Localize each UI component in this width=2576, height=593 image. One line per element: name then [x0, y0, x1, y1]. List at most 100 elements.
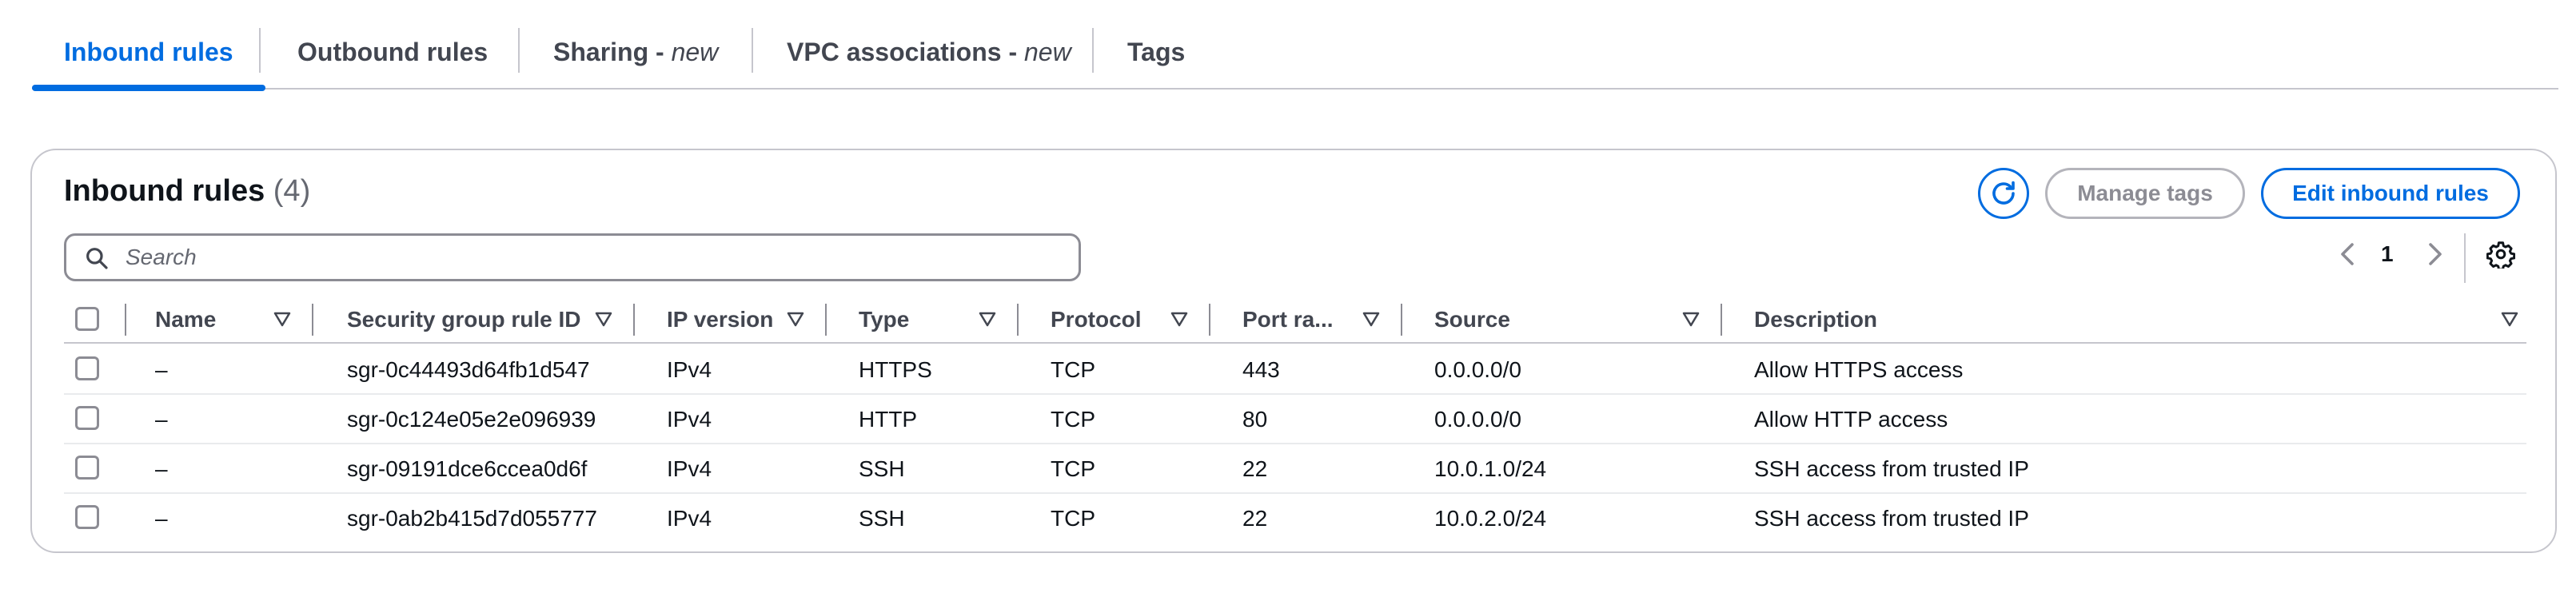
column-divider: [1401, 304, 1402, 336]
column-header-description[interactable]: Description: [1754, 294, 1877, 342]
row-checkbox[interactable]: [75, 505, 99, 529]
row-checkbox[interactable]: [75, 356, 99, 380]
cell-ip-version: IPv4: [667, 456, 712, 481]
cell-name: –: [155, 357, 168, 382]
tab-inbound-rules[interactable]: Inbound rules: [32, 0, 265, 91]
cell-protocol: TCP: [1051, 506, 1095, 531]
tab-tags[interactable]: Tags: [1127, 0, 1185, 90]
gear-icon[interactable]: [2486, 240, 2515, 269]
column-header-ip-version[interactable]: IP version: [667, 294, 773, 342]
tab-label: Tags: [1127, 38, 1186, 66]
column-divider: [125, 304, 126, 336]
search-input[interactable]: [124, 241, 1059, 274]
sort-caret-icon[interactable]: [979, 312, 996, 328]
chevron-right-icon[interactable]: [2424, 241, 2446, 267]
cell-protocol: TCP: [1051, 456, 1095, 481]
column-header-protocol[interactable]: Protocol: [1051, 294, 1142, 342]
row-checkbox[interactable]: [75, 456, 99, 480]
tab-divider: [518, 28, 520, 73]
table-row[interactable]: – sgr-0ab2b415d7d055777 IPv4 SSH TCP 22 …: [64, 494, 2526, 543]
cell-rule-id: sgr-0ab2b415d7d055777: [347, 506, 597, 531]
cell-source: 0.0.0.0/0: [1434, 357, 1521, 382]
page-number[interactable]: 1: [2381, 241, 2394, 267]
cell-name: –: [155, 456, 168, 481]
tab-divider: [259, 28, 261, 73]
column-divider: [825, 304, 827, 336]
manage-tags-button[interactable]: Manage tags: [2045, 168, 2245, 219]
row-checkbox[interactable]: [75, 406, 99, 430]
chevron-left-icon[interactable]: [2336, 241, 2359, 267]
cell-description: SSH access from trusted IP: [1754, 456, 2029, 481]
cell-type: HTTPS: [859, 357, 932, 382]
tab-sharing[interactable]: Sharing - new: [553, 0, 718, 90]
tab-label: VPC associations -: [787, 38, 1024, 66]
cell-rule-id: sgr-09191dce6ccea0d6f: [347, 456, 588, 481]
cell-description: SSH access from trusted IP: [1754, 506, 2029, 531]
column-header-name[interactable]: Name: [155, 294, 216, 342]
table-row[interactable]: – sgr-09191dce6ccea0d6f IPv4 SSH TCP 22 …: [64, 444, 2526, 494]
cell-ip-version: IPv4: [667, 506, 712, 531]
column-divider: [1209, 304, 1210, 336]
tab-divider: [752, 28, 753, 73]
tab-new-tag: new: [1023, 38, 1071, 66]
cell-description: Allow HTTPS access: [1754, 357, 1964, 382]
rule-count: (4): [273, 174, 311, 208]
edit-inbound-rules-button[interactable]: Edit inbound rules: [2261, 168, 2520, 219]
tab-label: Sharing -: [553, 38, 672, 66]
cell-port: 22: [1242, 506, 1268, 531]
cell-ip-version: IPv4: [667, 357, 712, 382]
tab-label: Inbound rules: [64, 38, 233, 66]
cell-name: –: [155, 506, 168, 531]
column-header-port-range[interactable]: Port ra...: [1242, 294, 1334, 342]
cell-port: 80: [1242, 407, 1268, 432]
cell-port: 22: [1242, 456, 1268, 481]
tab-vpc-associations[interactable]: VPC associations - new: [787, 0, 1071, 90]
cell-source: 0.0.0.0/0: [1434, 407, 1521, 432]
search-box: [64, 233, 1081, 281]
sort-caret-icon[interactable]: [1170, 312, 1188, 328]
cell-source: 10.0.1.0/24: [1434, 456, 1547, 481]
tab-new-tag: new: [671, 38, 719, 66]
cell-type: SSH: [859, 456, 905, 481]
table-row[interactable]: – sgr-0c44493d64fb1d547 IPv4 HTTPS TCP 4…: [64, 345, 2526, 395]
sort-caret-icon[interactable]: [595, 312, 612, 328]
cell-name: –: [155, 407, 168, 432]
refresh-icon: [1992, 181, 2015, 205]
refresh-button[interactable]: [1978, 168, 2029, 219]
cell-description: Allow HTTP access: [1754, 407, 1948, 432]
panel-title: Inbound rules (4): [64, 174, 310, 209]
column-divider: [1017, 304, 1019, 336]
inbound-rules-panel: Inbound rules (4) Manage tags Edit inbou…: [30, 149, 2557, 553]
pager-divider: [2464, 233, 2466, 283]
column-divider: [633, 304, 635, 336]
cell-port: 443: [1242, 357, 1280, 382]
cell-rule-id: sgr-0c124e05e2e096939: [347, 407, 596, 432]
table-row[interactable]: – sgr-0c124e05e2e096939 IPv4 HTTP TCP 80…: [64, 395, 2526, 444]
table-header: Name Security group rule ID IP version T…: [64, 294, 2526, 344]
cell-protocol: TCP: [1051, 357, 1095, 382]
sort-caret-icon[interactable]: [787, 312, 804, 328]
edit-inbound-rules-label: Edit inbound rules: [2292, 181, 2489, 205]
tab-divider: [1092, 28, 1094, 73]
tab-outbound-rules[interactable]: Outbound rules: [297, 0, 488, 90]
column-divider: [1721, 304, 1722, 336]
select-all-checkbox[interactable]: [75, 307, 99, 331]
sort-caret-icon[interactable]: [1682, 312, 1700, 328]
sort-caret-icon[interactable]: [2501, 312, 2518, 328]
cell-type: HTTP: [859, 407, 918, 432]
column-header-source[interactable]: Source: [1434, 294, 1510, 342]
cell-rule-id: sgr-0c44493d64fb1d547: [347, 357, 590, 382]
panel-title-text: Inbound rules: [64, 174, 265, 208]
cell-source: 10.0.2.0/24: [1434, 506, 1547, 531]
cell-type: SSH: [859, 506, 905, 531]
sort-caret-icon[interactable]: [273, 312, 291, 328]
cell-ip-version: IPv4: [667, 407, 712, 432]
cell-protocol: TCP: [1051, 407, 1095, 432]
sort-caret-icon[interactable]: [1362, 312, 1380, 328]
column-header-rule-id[interactable]: Security group rule ID: [347, 294, 581, 342]
manage-tags-label: Manage tags: [2077, 181, 2213, 205]
tab-bar: Inbound rules Outbound rules Sharing - n…: [32, 0, 2558, 91]
column-divider: [312, 304, 313, 336]
tab-label: Outbound rules: [297, 38, 488, 66]
column-header-type[interactable]: Type: [859, 294, 909, 342]
